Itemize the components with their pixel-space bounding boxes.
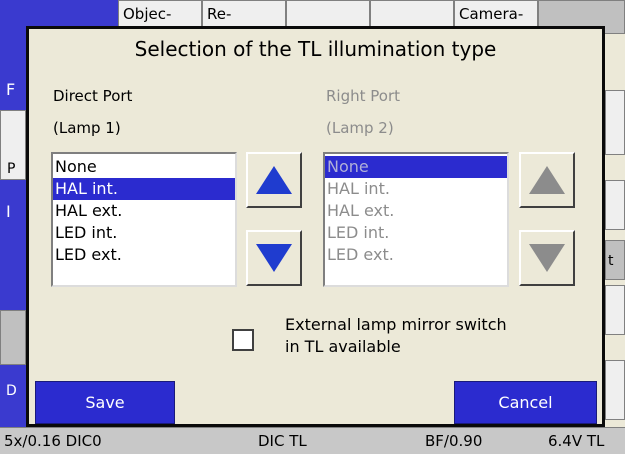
bg-right-letter: t bbox=[608, 253, 614, 269]
bg-side-letter: D bbox=[6, 383, 17, 399]
status-objective: 5x/0.16 DIC0 bbox=[4, 432, 102, 450]
tl-illumination-dialog: Selection of the TL illumination type Di… bbox=[26, 26, 605, 427]
lamp-option-hal-int[interactable]: HAL int. bbox=[53, 178, 235, 200]
save-button[interactable]: Save bbox=[35, 381, 175, 424]
bg-side-button-1[interactable]: F bbox=[0, 34, 26, 110]
bg-side-button-3[interactable]: I bbox=[0, 180, 26, 240]
checkbox-label-line-2: in TL available bbox=[285, 337, 401, 356]
lamp-option-led-int[interactable]: LED int. bbox=[53, 222, 235, 244]
right-port-lamp-list[interactable]: None HAL int. HAL ext. LED int. LED ext. bbox=[323, 152, 509, 287]
bg-side-button-2[interactable]: P bbox=[0, 110, 26, 180]
lamp-option-led-int[interactable]: LED int. bbox=[325, 222, 507, 244]
external-mirror-switch-label: External lamp mirror switch in TL availa… bbox=[285, 314, 507, 358]
lamp-option-none[interactable]: None bbox=[325, 156, 507, 178]
bg-side-button-5[interactable] bbox=[0, 310, 26, 365]
arrow-up-icon bbox=[529, 166, 565, 194]
right-port-up-button[interactable] bbox=[519, 152, 575, 208]
bg-tab-label: Camera- bbox=[459, 5, 524, 23]
direct-port-label: Direct Port bbox=[53, 87, 133, 105]
lamp-option-led-ext[interactable]: LED ext. bbox=[53, 244, 235, 266]
direct-port-up-button[interactable] bbox=[246, 152, 302, 208]
cancel-button[interactable]: Cancel bbox=[454, 381, 597, 424]
checkbox-label-line-1: External lamp mirror switch bbox=[285, 315, 507, 334]
direct-port-lamp-label: (Lamp 1) bbox=[53, 119, 121, 137]
lamp-option-hal-int[interactable]: HAL int. bbox=[325, 178, 507, 200]
status-bar: 5x/0.16 DIC0 DIC TL BF/0.90 6.4V TL bbox=[0, 427, 625, 454]
right-port-lamp-label: (Lamp 2) bbox=[326, 119, 394, 137]
arrow-up-icon bbox=[256, 166, 292, 194]
bg-right-button-3[interactable]: t bbox=[605, 240, 625, 280]
bg-right-button-4[interactable] bbox=[605, 285, 625, 335]
lamp-option-led-ext[interactable]: LED ext. bbox=[325, 244, 507, 266]
status-contrast: DIC TL bbox=[258, 432, 307, 450]
bg-side-letter: P bbox=[7, 161, 16, 177]
bg-side-letter: I bbox=[6, 202, 11, 221]
lamp-option-hal-ext[interactable]: HAL ext. bbox=[53, 200, 235, 222]
external-mirror-switch-checkbox[interactable] bbox=[232, 329, 254, 351]
bg-right-button-1[interactable] bbox=[605, 90, 625, 155]
bg-tab-label: Re- bbox=[207, 5, 232, 23]
bg-tab-label: Objec- bbox=[123, 5, 172, 23]
dialog-title: Selection of the TL illumination type bbox=[134, 37, 497, 61]
arrow-down-icon bbox=[256, 244, 292, 272]
bg-side-letter: F bbox=[6, 80, 16, 99]
direct-port-lamp-list[interactable]: None HAL int. HAL ext. LED int. LED ext. bbox=[51, 152, 237, 287]
bg-right-button-5[interactable] bbox=[605, 360, 625, 420]
arrow-down-icon bbox=[529, 244, 565, 272]
right-port-label: Right Port bbox=[326, 87, 401, 105]
right-port-down-button[interactable] bbox=[519, 230, 575, 286]
status-condenser: BF/0.90 bbox=[425, 432, 483, 450]
direct-port-down-button[interactable] bbox=[246, 230, 302, 286]
bg-side-button-4[interactable] bbox=[0, 240, 26, 310]
bg-right-button-2[interactable] bbox=[605, 180, 625, 230]
lamp-option-hal-ext[interactable]: HAL ext. bbox=[325, 200, 507, 222]
lamp-option-none[interactable]: None bbox=[53, 156, 235, 178]
status-voltage: 6.4V TL bbox=[548, 432, 605, 450]
bg-side-button-6[interactable]: D bbox=[0, 365, 26, 427]
